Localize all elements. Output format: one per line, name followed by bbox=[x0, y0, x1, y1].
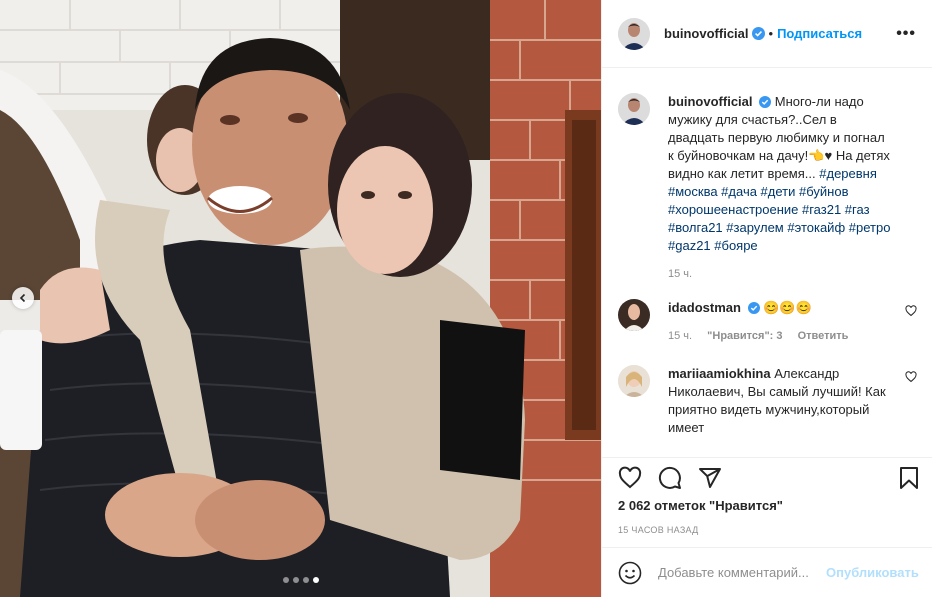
avatar[interactable] bbox=[618, 17, 650, 50]
post-photo[interactable] bbox=[0, 0, 601, 597]
share-button[interactable] bbox=[698, 466, 722, 490]
like-comment-icon[interactable] bbox=[905, 305, 917, 317]
post-caption: buinovofficial Много-ли надо мужику для … bbox=[618, 93, 917, 281]
verified-icon bbox=[759, 96, 772, 108]
header-separator: • bbox=[768, 26, 774, 41]
comments-list[interactable]: buinovofficial Много-ли надо мужику для … bbox=[602, 69, 932, 457]
reply-button[interactable]: Ответить bbox=[798, 330, 849, 342]
caption-timestamp[interactable]: 15 ч. bbox=[668, 268, 692, 280]
heart-icon bbox=[618, 466, 642, 489]
comment-button[interactable] bbox=[658, 466, 682, 490]
post-actions: 2 062 отметок "Нравится" 15 часов назад bbox=[602, 457, 932, 535]
save-button[interactable] bbox=[897, 466, 921, 490]
post-author-username[interactable]: buinovofficial bbox=[664, 26, 749, 41]
comment-icon bbox=[658, 466, 681, 489]
comment-timestamp[interactable]: 15 ч. bbox=[668, 330, 692, 342]
carousel-dot-active bbox=[312, 577, 319, 583]
photo-illustration bbox=[0, 0, 601, 597]
caption-username[interactable]: buinovofficial bbox=[668, 94, 753, 109]
carousel-dot bbox=[292, 577, 299, 583]
post-header: buinovofficial • Подписаться ••• bbox=[602, 0, 932, 68]
avatar-image bbox=[618, 17, 650, 50]
carousel-dot bbox=[302, 577, 309, 583]
comment-username[interactable]: mariiaamiokhina bbox=[668, 366, 771, 381]
comment-likes[interactable]: "Нравится": 3 bbox=[707, 330, 782, 342]
carousel-dot bbox=[282, 577, 289, 583]
comment-username[interactable]: idadostman bbox=[668, 300, 741, 315]
carousel-prev-button[interactable] bbox=[12, 287, 34, 309]
comment-body: idadostman 😊😊😊 15 ч. "Нравится": 3 Ответ… bbox=[668, 299, 893, 343]
post-timestamp[interactable]: 15 часов назад bbox=[618, 525, 917, 535]
add-comment-bar: Опубликовать bbox=[602, 547, 932, 597]
avatar[interactable] bbox=[618, 299, 650, 331]
more-options-icon[interactable]: ••• bbox=[896, 25, 916, 43]
comment-meta: 15 ч. "Нравится": 3 Ответить bbox=[668, 329, 893, 343]
emoji-icon bbox=[618, 561, 642, 584]
comment-text: 😊😊😊 bbox=[763, 300, 812, 315]
comment-item: mariiaamiokhina Александр Николаевич, Вы… bbox=[618, 365, 917, 437]
share-icon bbox=[699, 468, 721, 488]
verified-icon bbox=[751, 27, 765, 40]
avatar[interactable] bbox=[618, 93, 650, 125]
avatar-image bbox=[618, 93, 650, 125]
publish-button[interactable]: Опубликовать bbox=[826, 565, 919, 580]
avatar-image bbox=[618, 365, 650, 397]
post-sidebar: buinovofficial • Подписаться ••• buinovo… bbox=[601, 0, 932, 597]
chevron-left-icon bbox=[19, 293, 26, 303]
likes-count[interactable]: 2 062 отметок "Нравится" bbox=[618, 498, 917, 513]
caption-meta: 15 ч. bbox=[668, 267, 893, 281]
comment-item: idadostman 😊😊😊 15 ч. "Нравится": 3 Ответ… bbox=[618, 299, 917, 343]
action-bar bbox=[618, 460, 918, 496]
comment-input[interactable] bbox=[658, 565, 826, 580]
avatar[interactable] bbox=[618, 365, 650, 397]
like-comment-icon[interactable] bbox=[905, 371, 917, 383]
like-button[interactable] bbox=[618, 466, 642, 490]
caption-body: buinovofficial Много-ли надо мужику для … bbox=[668, 93, 893, 281]
verified-icon bbox=[747, 302, 760, 314]
carousel-indicator bbox=[0, 577, 601, 583]
emoji-button[interactable] bbox=[618, 561, 642, 585]
comment-body: mariiaamiokhina Александр Николаевич, Вы… bbox=[668, 365, 893, 437]
bookmark-icon bbox=[900, 467, 918, 489]
avatar-image bbox=[618, 299, 650, 331]
follow-button[interactable]: Подписаться bbox=[777, 26, 862, 41]
